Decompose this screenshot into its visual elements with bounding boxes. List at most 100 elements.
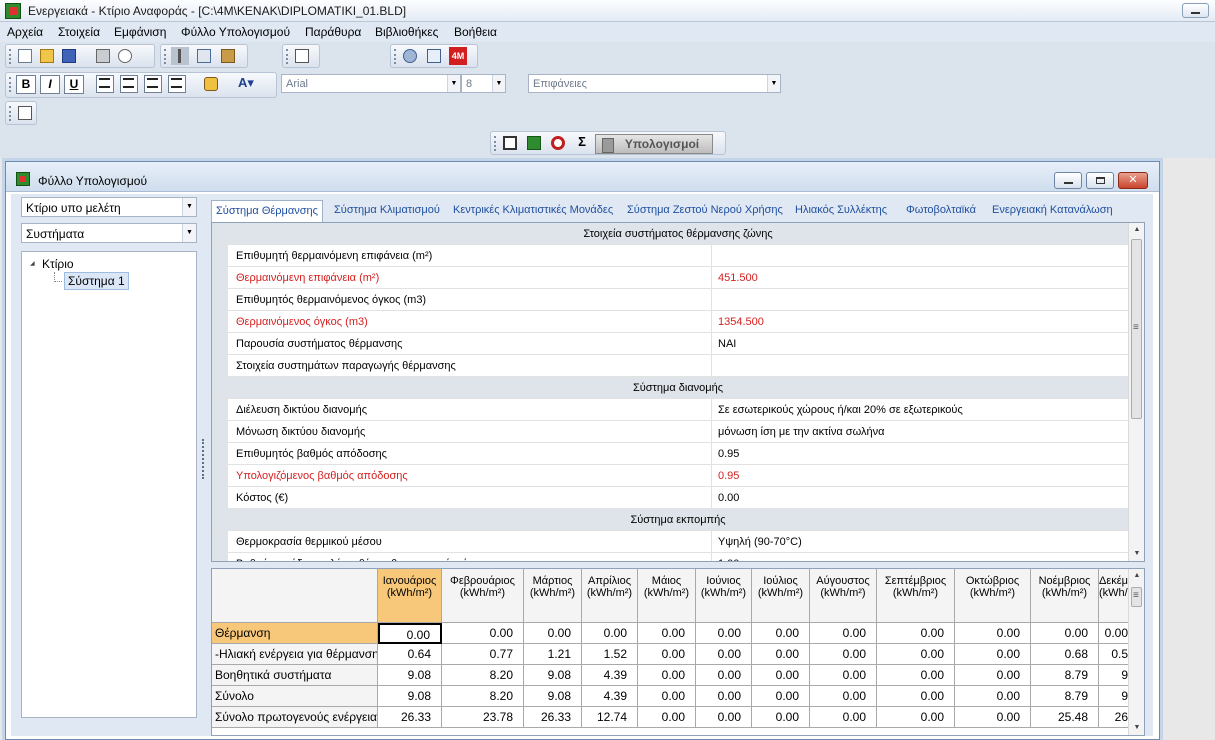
grid-cell[interactable]: 0.64 [378,644,442,665]
print-icon[interactable] [94,47,112,65]
sigma-icon[interactable]: Σ [573,134,591,152]
child-minimize-button[interactable] [1054,172,1082,189]
menu-libraries[interactable]: Βιβλιοθήκες [375,25,438,39]
menu-files[interactable]: Αρχεία [7,25,43,39]
tree-node-system-1[interactable]: Σύστημα 1 [64,272,129,290]
grid-cell[interactable]: 0.00 [810,665,877,686]
new-file-icon[interactable] [16,47,34,65]
grid-cell[interactable]: 0.00 [752,665,810,686]
property-value[interactable] [711,355,1128,377]
italic-button[interactable]: I [40,75,60,94]
grid-cell[interactable]: 0.00 [638,644,696,665]
logo-4m-icon[interactable]: 4M [449,47,467,65]
window-icon[interactable] [425,47,443,65]
systems-select[interactable]: Συστήματα ▼ [21,223,197,243]
property-row[interactable]: Θερμαινόμενος όγκος (m3) 1354.500 [212,311,1128,333]
property-row[interactable]: Βαθμός απόδοσης λόγω θέσης θερμαντικού σ… [212,553,1128,561]
book-icon[interactable] [525,134,543,152]
month-header[interactable]: Ιούνιος (kWh/m²) [696,569,752,623]
grid-cell[interactable]: 1.21 [524,644,582,665]
property-row[interactable]: Επιθυμητός θερμαινόμενος όγκος (m3) [212,289,1128,311]
grid-cell[interactable]: 0.00 [877,686,955,707]
menu-view[interactable]: Εμφάνιση [114,25,166,39]
grid-cell[interactable]: 0.00 [638,707,696,728]
scroll-thumb[interactable] [1131,239,1142,419]
scroll-down-icon[interactable]: ▼ [1129,721,1144,735]
underline-button[interactable]: U [64,75,84,94]
property-value[interactable]: 1.00 [711,553,1128,561]
grid-cell[interactable]: 0.00 [696,623,752,644]
grid-cell[interactable]: 26.33 [524,707,582,728]
grid-cell[interactable]: 0.77 [442,644,524,665]
grid-cell[interactable]: 0.00 [955,686,1031,707]
scroll-up-icon[interactable]: ▲ [1129,223,1144,237]
grid-cell[interactable]: 0.00 [378,623,442,644]
grid-cell[interactable]: 23.78 [442,707,524,728]
property-value[interactable]: 0.00 [711,487,1128,509]
grid-row-header[interactable]: Σύνολο [212,686,378,707]
property-value[interactable]: Σε εσωτερικούς χώρους ή/και 20% σε εξωτε… [711,399,1128,421]
property-value[interactable]: 0.95 [711,443,1128,465]
grid-cell[interactable]: 8.79 [1031,686,1099,707]
edit-sheet-icon[interactable] [293,47,311,65]
month-header[interactable]: Απρίλιος (kWh/m²) [582,569,638,623]
month-header[interactable]: Νοέμβριος (kWh/m²) [1031,569,1099,623]
property-value[interactable] [711,245,1128,267]
grid-cell[interactable]: 0.00 [810,623,877,644]
grid-cell[interactable]: 0.00 [442,623,524,644]
style-select[interactable]: Επιφάνειες ▼ [528,74,781,93]
month-header[interactable]: Φεβρουάριος (kWh/m²) [442,569,524,623]
grid-scrollbar[interactable]: ▲ ▼ [1128,569,1144,735]
chevron-down-icon[interactable]: ▼ [182,198,196,216]
property-value[interactable]: ΝΑΙ [711,333,1128,355]
property-value[interactable]: 0.95 [711,465,1128,487]
font-name-select[interactable]: Arial ▼ [281,74,461,93]
building-select[interactable]: Κτίριο υπο μελέτη ▼ [21,197,197,217]
grid-cell[interactable]: 4.39 [582,686,638,707]
property-row[interactable]: Επιθυμητή θερμαινόμενη επιφάνεια (m²) [212,245,1128,267]
grid-cell[interactable]: 0.00 [696,644,752,665]
grid-cell[interactable]: 8.20 [442,686,524,707]
grid-cell[interactable]: 0.00 [810,644,877,665]
grid-cell[interactable]: 0.00 [810,707,877,728]
grid-cell[interactable]: 26.33 [378,707,442,728]
menu-calc-sheet[interactable]: Φύλλο Υπολογισμού [181,25,290,39]
tab-photovoltaics[interactable]: Φωτοβολταϊκά [902,200,980,222]
property-row[interactable]: Διέλευση δικτύου διανομής Σε εσωτερικούς … [212,399,1128,421]
scroll-up-icon[interactable]: ▲ [1129,569,1144,583]
grid-cell[interactable]: 25.48 [1031,707,1099,728]
property-value[interactable]: μόνωση ίση με την ακτίνα σωλήνα [711,421,1128,443]
align-right-icon[interactable] [144,75,162,93]
minimize-button[interactable] [1182,3,1209,18]
grid-cell[interactable]: 0.00 [955,623,1031,644]
grid-cell[interactable]: 9.08 [378,686,442,707]
grid-cell[interactable]: 0.00 [696,707,752,728]
grid-cell[interactable]: 9.08 [524,665,582,686]
grid-row-header[interactable]: Σύνολο πρωτογενούς ενέργειας [212,707,378,728]
grid-cell[interactable]: 9.08 [378,665,442,686]
grid-cell[interactable]: 0.68 [1031,644,1099,665]
grid-cell[interactable]: 0.00 [752,686,810,707]
target-icon[interactable] [549,134,567,152]
menu-data[interactable]: Στοιχεία [58,25,100,39]
month-header[interactable]: Οκτώβριος (kWh/m²) [955,569,1031,623]
grid-cell[interactable]: 0.00 [582,623,638,644]
tree-node-building[interactable]: Κτίριο [30,257,74,271]
justify-icon[interactable] [168,75,186,93]
tab-hot-water[interactable]: Σύστημα Ζεστού Νερού Χρήσης [623,200,787,222]
grid-cell[interactable]: 12.74 [582,707,638,728]
property-row[interactable]: Στοιχεία συστημάτων παραγωγής θέρμανσης [212,355,1128,377]
grid-cell[interactable]: 0.00 [810,686,877,707]
chevron-down-icon[interactable]: ▼ [182,224,196,242]
library-icon[interactable] [401,47,419,65]
save-icon[interactable] [60,47,78,65]
grid-row-header[interactable]: Βοηθητικά συστήματα [212,665,378,686]
month-header[interactable]: Μάρτιος (kWh/m²) [524,569,582,623]
tab-energy-consumption[interactable]: Ενεργειακή Κατανάλωση [988,200,1117,222]
font-color-icon[interactable]: A▾ [238,75,270,93]
grid-cell[interactable]: 0.00 [524,623,582,644]
child-restore-button[interactable] [1086,172,1114,189]
tab-central-ac-units[interactable]: Κεντρικές Κλιματιστικές Μονάδες [449,200,617,222]
property-row[interactable]: Παρουσία συστήματος θέρμανσης ΝΑΙ [212,333,1128,355]
property-row[interactable]: Κόστος (€) 0.00 [212,487,1128,509]
